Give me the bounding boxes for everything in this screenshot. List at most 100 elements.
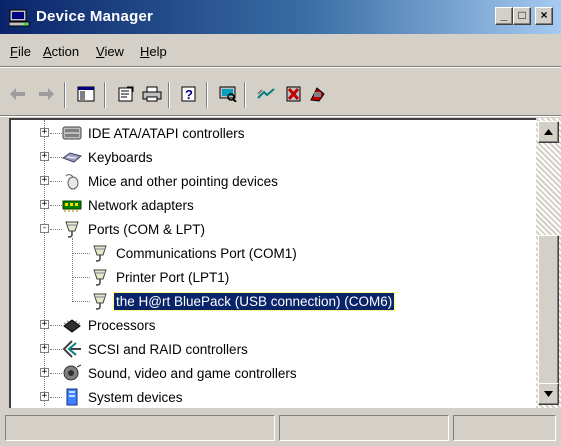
print-icon [142,86,162,102]
tree-line [50,325,62,326]
uninstall-button[interactable] [282,83,306,105]
mouse-icon [65,174,79,190]
processor-icon [63,319,81,333]
port-connector-icon [93,269,107,286]
status-pane-secondary [279,415,449,441]
status-bar [0,411,561,446]
tree-line [50,157,62,158]
scroll-thumb[interactable] [538,235,559,392]
window-title: Device Manager [36,8,154,25]
tree-item-keyboards[interactable]: + Keyboards [40,146,155,168]
help-button[interactable]: ? [178,83,202,105]
collapse-icon[interactable]: - [40,224,49,233]
tree-item-label: Mice and other pointing devices [88,173,278,189]
uninstall-icon [286,86,301,102]
menu-action[interactable]: Action [43,44,79,59]
keyboard-icon [62,152,82,163]
scan-hardware-changes-icon [219,86,237,102]
tree-item-label: Communications Port (COM1) [116,245,297,261]
print-button[interactable] [140,83,164,105]
tree-item-label-selected: the H@rt BluePack (USB connection) (COM6… [112,291,396,311]
expand-icon[interactable]: + [40,152,49,161]
tree-line [50,181,62,182]
tree-item-label: SCSI and RAID controllers [88,341,248,357]
tree-item-ports[interactable]: - Ports (COM & LPT) [40,218,207,240]
tree-item-processors[interactable]: + Processors [40,314,158,336]
properties-button[interactable] [114,83,138,105]
tree-item-label: IDE ATA/ATAPI controllers [88,125,245,141]
device-manager-window: Device Manager _ □ × File Action View He… [0,0,561,446]
show-hide-console-tree-icon [77,86,95,102]
tree-item-sound-video-game[interactable]: + Sound, video and game controllers [40,362,299,384]
toolbar-separator [244,82,246,108]
scroll-down-button[interactable] [538,383,559,405]
scan-hardware-button[interactable] [216,83,240,105]
expand-icon[interactable]: + [40,128,49,137]
expand-icon[interactable]: + [40,368,49,377]
tree-item-label: System devices [88,389,183,405]
tree-line [50,133,62,134]
tree-item-label: Printer Port (LPT1) [116,269,230,285]
port-connector-icon [65,221,79,238]
tree-item-label: Sound, video and game controllers [88,365,297,381]
menu-bar: File Action View Help [0,38,561,66]
disable-button[interactable] [306,83,330,105]
toolbar: ? [0,68,561,116]
tree-line [50,229,62,230]
tree-item-network-adapters[interactable]: + Network adapters [40,194,196,216]
close-icon: × [540,8,548,22]
title-bar[interactable]: Device Manager _ □ × [0,0,561,34]
toolbar-separator [168,82,170,108]
help-icon: ? [181,86,196,102]
menu-file[interactable]: File [10,44,31,59]
tree-line [72,253,90,254]
expand-icon[interactable]: + [40,344,49,353]
tree-item-ide-controllers[interactable]: + IDE ATA/ATAPI controllers [40,122,247,144]
tree-item-lpt1[interactable]: Printer Port (LPT1) [72,266,231,288]
close-button[interactable]: × [535,7,553,25]
tree-item-com1[interactable]: Communications Port (COM1) [72,242,299,264]
back-button[interactable] [6,83,30,105]
tree-item-mice[interactable]: + Mice and other pointing devices [40,170,280,192]
tree-item-scsi-raid[interactable]: + SCSI and RAID controllers [40,338,250,360]
properties-icon [118,86,134,102]
scsi-controller-icon [62,340,81,358]
scroll-up-button[interactable] [538,121,559,143]
status-pane-main [5,415,275,441]
sound-icon [63,364,82,381]
forward-button[interactable] [34,83,58,105]
expand-icon[interactable]: + [40,320,49,329]
tree-item-label: Ports (COM & LPT) [88,221,206,237]
device-manager-icon [9,9,30,27]
update-driver-button[interactable] [254,83,278,105]
device-tree[interactable]: + IDE ATA/ATAPI controllers + Keyboards … [9,118,561,408]
scroll-down-arrow-icon [544,391,553,397]
menu-help[interactable]: Help [140,44,167,59]
expand-icon[interactable]: + [40,200,49,209]
back-arrow-icon [10,88,25,100]
tree-line [50,373,62,374]
tree-item-bluepack-com6[interactable]: the H@rt BluePack (USB connection) (COM6… [72,290,396,312]
menu-view[interactable]: View [96,44,124,59]
tree-item-label: Keyboards [88,149,153,165]
port-connector-icon [93,293,107,310]
minimize-icon: _ [500,8,508,22]
toolbar-separator [206,82,208,108]
tree-item-system-devices[interactable]: + System devices [40,386,185,408]
network-adapter-icon [62,200,82,212]
tree-line [50,397,62,398]
maximize-button[interactable]: □ [513,7,531,25]
tree-line [72,301,90,302]
vertical-scrollbar[interactable] [536,118,561,408]
show-hide-tree-button[interactable] [74,83,98,105]
scroll-up-arrow-icon [544,129,553,135]
tree-item-label: Processors [88,317,156,333]
expand-icon[interactable]: + [40,176,49,185]
toolbar-separator [64,82,66,108]
update-driver-icon [257,88,275,99]
minimize-button[interactable]: _ [495,7,513,25]
forward-arrow-icon [39,88,54,100]
port-connector-icon [93,245,107,262]
status-pane-tertiary [453,415,556,441]
expand-icon[interactable]: + [40,392,49,401]
